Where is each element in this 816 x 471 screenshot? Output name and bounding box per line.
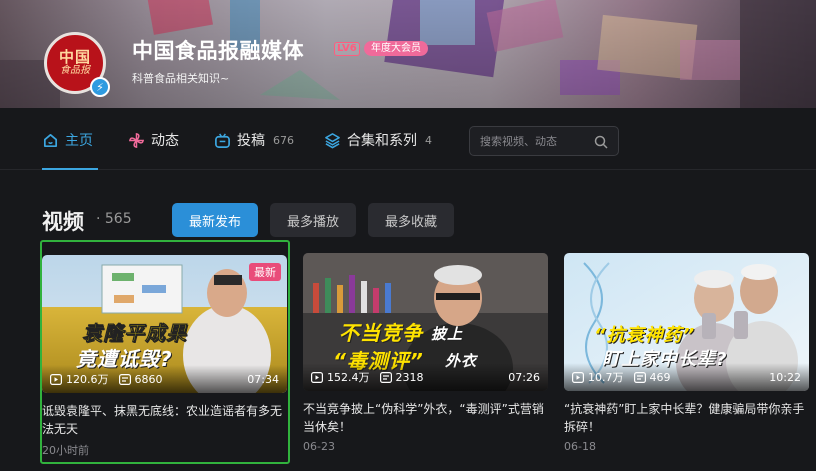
- danmaku-count: 2318: [379, 370, 424, 384]
- video-card[interactable]: 不当竞争 披上 “毒测评” 外衣 152.4万 2318 07:26 不当竞争披…: [303, 240, 553, 464]
- view-count-value: 152.4万: [327, 371, 370, 384]
- danmaku-icon: [633, 371, 646, 383]
- view-count: 120.6万: [50, 371, 109, 387]
- video-duration: 10:22: [769, 370, 801, 384]
- search-icon[interactable]: [594, 135, 608, 149]
- video-duration: 07:34: [247, 372, 279, 386]
- search-input[interactable]: [480, 134, 596, 148]
- video-title[interactable]: 不当竞争披上“伪科学”外衣，“毒测评”式营销当休矣！: [303, 400, 548, 436]
- view-count: 152.4万: [311, 369, 370, 385]
- danmaku-count-value: 2318: [395, 370, 424, 384]
- tab-uploads-count: 676: [273, 133, 294, 147]
- videos-section-title: 视频: [42, 210, 84, 234]
- sort-latest-button[interactable]: 最新发布: [172, 203, 258, 237]
- play-count-icon: [311, 371, 323, 383]
- pinwheel-icon: [128, 132, 145, 148]
- video-date: 06-18: [564, 440, 596, 453]
- video-thumbnail[interactable]: 不当竞争 披上 “毒测评” 外衣 152.4万 2318 07:26: [303, 253, 548, 391]
- active-tab-indicator: [42, 168, 98, 170]
- tab-dynamic[interactable]: 动态: [128, 130, 179, 150]
- tab-uploads-label: 投稿: [237, 133, 265, 149]
- profile-nav: 主页 动态 投稿 676 合集和系列 4: [0, 108, 816, 170]
- search-box[interactable]: [469, 126, 619, 156]
- danmaku-count: 6860: [118, 372, 163, 386]
- home-icon: [43, 133, 58, 147]
- video-card[interactable]: 袁隆平成果 竟遭诋毁? 最新 120.6万 6860 07:34 诋毁袁隆平、抹…: [40, 240, 290, 464]
- play-count-icon: [572, 371, 584, 383]
- level-badge: LV6: [334, 42, 360, 56]
- tab-collections-label: 合集和系列: [347, 133, 417, 149]
- tab-collections-count: 4: [425, 133, 432, 147]
- view-count: 10.7万: [572, 369, 624, 385]
- vip-badge[interactable]: 年度大会员: [364, 41, 428, 56]
- sort-most-played-button[interactable]: 最多播放: [270, 203, 356, 237]
- sort-most-favorited-button[interactable]: 最多收藏: [368, 203, 454, 237]
- video-title[interactable]: 诋毁袁隆平、抹黑无底线：农业造谣者有多无法无天: [42, 402, 287, 438]
- tab-collections[interactable]: 合集和系列 4: [324, 130, 432, 150]
- video-date: 06-23: [303, 440, 335, 453]
- tv-icon: [215, 132, 230, 148]
- video-card[interactable]: “抗衰神药” 盯上家中长辈? 10.7万 469 10:22 “抗衰神药”盯上家…: [564, 240, 814, 464]
- video-title[interactable]: “抗衰神药”盯上家中长辈？健康骗局带你亲手拆碎！: [564, 400, 809, 436]
- tab-home-label: 主页: [65, 133, 93, 149]
- danmaku-count: 469: [633, 370, 671, 384]
- thumbnail-caption-1: 不当竞争: [339, 321, 423, 345]
- thumbnail-caption-1: 袁隆平成果: [82, 321, 187, 346]
- danmaku-icon: [118, 373, 131, 385]
- video-date: 20小时前: [42, 444, 89, 457]
- tab-home[interactable]: 主页: [42, 130, 93, 150]
- danmaku-count-value: 6860: [134, 372, 163, 386]
- layers-icon: [325, 132, 340, 148]
- tab-uploads[interactable]: 投稿 676: [214, 130, 294, 150]
- danmaku-count-value: 469: [649, 370, 671, 384]
- profile-signature: 科普食品相关知识~: [132, 72, 230, 85]
- danmaku-icon: [379, 371, 392, 383]
- view-count-value: 10.7万: [588, 371, 624, 384]
- avatar-text-2: 食品报: [60, 65, 90, 76]
- videos-section-count: · 565: [96, 211, 132, 227]
- video-stats: 152.4万 2318 07:26: [303, 363, 548, 391]
- video-thumbnail[interactable]: “抗衰神药” 盯上家中长辈? 10.7万 469 10:22: [564, 253, 809, 391]
- verified-icon: ⚡: [90, 77, 110, 97]
- video-stats: 120.6万 6860 07:34: [42, 365, 287, 393]
- play-count-icon: [50, 373, 62, 385]
- avatar-text-1: 中国: [58, 48, 91, 66]
- new-badge: 最新: [249, 263, 281, 281]
- video-duration: 07:26: [508, 370, 540, 384]
- thumbnail-caption-1b: 披上: [431, 325, 464, 343]
- view-count-value: 120.6万: [66, 373, 109, 386]
- profile-name: 中国食品报融媒体: [132, 39, 304, 63]
- profile-page: 中国 食品报 ⚡ 中国食品报融媒体 LV6 年度大会员 科普食品相关知识~ 主页…: [0, 0, 816, 471]
- tab-dynamic-label: 动态: [151, 133, 179, 149]
- video-thumbnail[interactable]: 袁隆平成果 竟遭诋毁? 最新 120.6万 6860 07:34: [42, 255, 287, 393]
- video-stats: 10.7万 469 10:22: [564, 363, 809, 391]
- thumbnail-caption-1: “抗衰神药”: [594, 325, 696, 346]
